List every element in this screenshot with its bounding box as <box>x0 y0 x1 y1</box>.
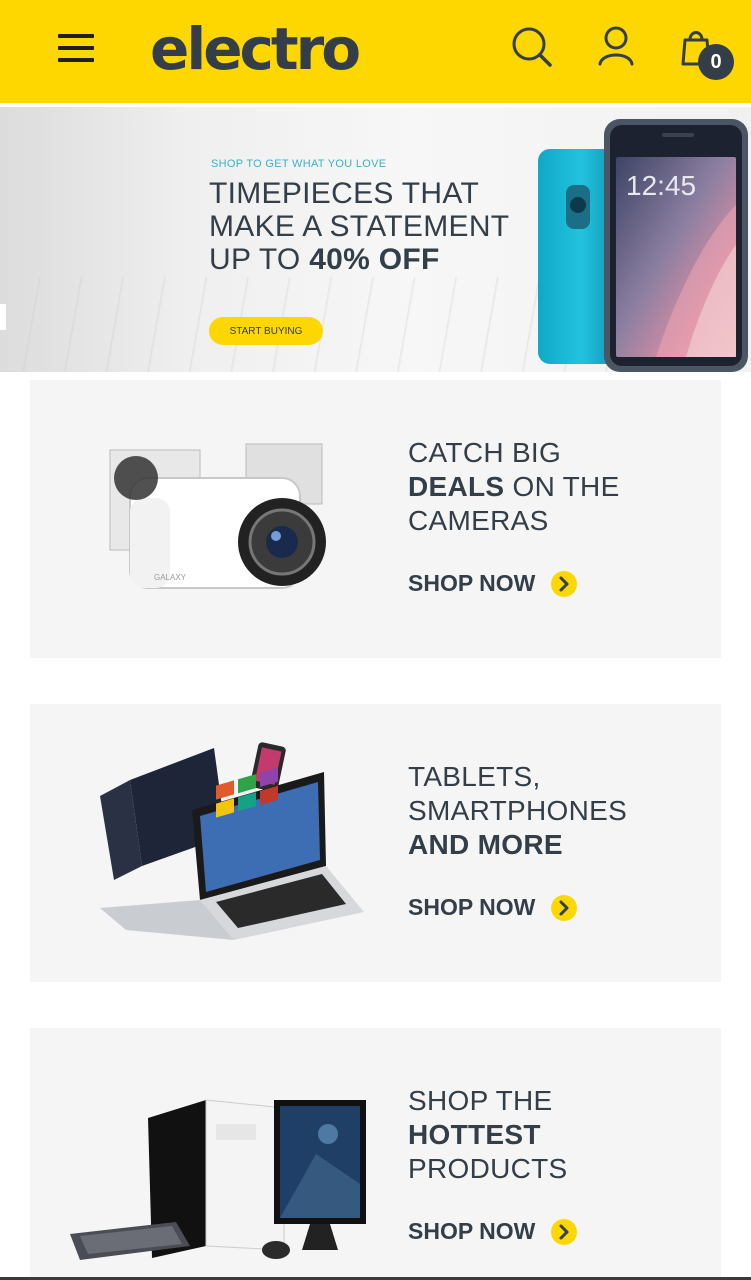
carousel-edge <box>0 304 6 330</box>
promo-heading: SHOP THE HOTTEST PRODUCTS <box>408 1084 568 1186</box>
hamburger-menu-icon[interactable] <box>56 32 96 64</box>
hero-title-line: TIMEPIECES THAT <box>209 177 480 210</box>
promo-line: PRODUCTS <box>408 1153 568 1184</box>
promo-line: SHOP THE <box>408 1085 553 1116</box>
hero-banner[interactable]: SHOP TO GET WHAT YOU LOVE TIMEPIECES THA… <box>0 107 751 372</box>
menu-bar <box>58 58 94 62</box>
smartphone-image: 12:45 <box>538 119 748 372</box>
hero-discount: 40% OFF <box>309 243 440 276</box>
hero-title-line: MAKE A STATEMENT <box>209 210 510 243</box>
shop-now-label: SHOP NOW <box>408 1218 536 1244</box>
chevron-right-icon <box>551 894 578 921</box>
promo-line: CATCH BIG <box>408 437 562 468</box>
chevron-right-icon <box>551 570 578 597</box>
hero-title-line: UP TO 40% OFF <box>209 243 509 276</box>
hero-title-prefix: UP TO <box>209 243 310 276</box>
promo-line: SMARTPHONES <box>408 795 628 826</box>
site-logo[interactable]: electro <box>150 14 361 84</box>
promo-card-hottest[interactable]: SHOP THE HOTTEST PRODUCTS SHOP NOW <box>30 1028 721 1280</box>
promo-line: HOTTEST <box>408 1118 568 1152</box>
shop-now-link[interactable]: SHOP NOW <box>408 1218 578 1245</box>
shop-now-label: SHOP NOW <box>408 570 536 596</box>
promo-line: AND MORE <box>408 828 627 862</box>
promo-line-rest: ON THE <box>504 471 620 502</box>
promo-heading: CATCH BIG DEALS ON THE CAMERAS <box>408 436 620 538</box>
chevron-right-icon <box>551 1218 578 1245</box>
site-header: electro 0 <box>0 0 751 103</box>
promo-line: CAMERAS <box>408 505 549 536</box>
svg-text:GALAXY: GALAXY <box>154 573 187 582</box>
start-buying-button[interactable]: START BUYING <box>209 317 323 345</box>
laptop-tablet-image <box>100 742 364 940</box>
camera-image: GALAXY <box>109 443 326 589</box>
menu-bar <box>58 34 94 38</box>
promo-card-cameras[interactable]: GALAXY CATCH BIG DEALS ON THE CAMERAS SH… <box>30 380 721 658</box>
promo-line: TABLETS, <box>408 761 541 792</box>
desktop-pc-image <box>70 1099 366 1260</box>
menu-bar <box>58 46 94 50</box>
shopping-bag-icon[interactable]: 0 <box>676 22 736 82</box>
promo-highlight: DEALS <box>408 471 505 502</box>
promo-heading: TABLETS, SMARTPHONES AND MORE <box>408 760 627 862</box>
search-icon[interactable] <box>510 25 554 69</box>
cart-count-badge: 0 <box>698 44 734 80</box>
shop-now-link[interactable]: SHOP NOW <box>408 570 578 597</box>
promo-card-tablets[interactable]: TABLETS, SMARTPHONES AND MORE SHOP NOW <box>30 704 721 982</box>
hero-title: TIMEPIECES THAT MAKE A STATEMENT UP TO 4… <box>209 177 509 276</box>
promo-highlight: HOTTEST <box>408 1119 541 1150</box>
user-icon[interactable] <box>596 24 636 68</box>
shop-now-label: SHOP NOW <box>408 894 536 920</box>
promo-line: DEALS ON THE <box>408 470 620 504</box>
promo-highlight: AND MORE <box>408 829 563 860</box>
hero-kicker: SHOP TO GET WHAT YOU LOVE <box>211 158 387 170</box>
phone-time: 12:45 <box>626 170 696 201</box>
shop-now-link[interactable]: SHOP NOW <box>408 894 578 921</box>
